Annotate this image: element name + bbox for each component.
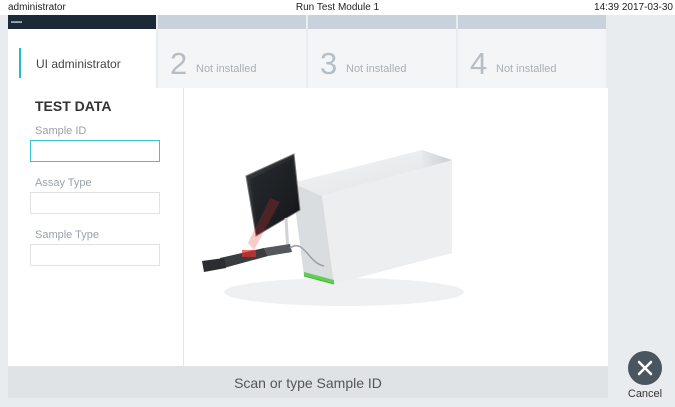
window-title: Run Test Module 1 [295, 2, 380, 13]
cancel-label: Cancel [627, 388, 663, 400]
close-icon [637, 360, 653, 376]
sample-type-field [30, 244, 160, 266]
sample-type-label: Sample Type [35, 229, 100, 241]
tab-strip [8, 15, 156, 29]
tab-label: Not installed [196, 63, 257, 75]
tab-label: UI administrator [36, 57, 121, 71]
sample-id-label: Sample ID [35, 125, 87, 137]
tab-module-1[interactable]: ▬▬ UI administrator [8, 15, 156, 88]
tab-strip [158, 15, 306, 29]
assay-type-field [30, 192, 160, 214]
tab-number: 2 [170, 46, 188, 81]
clock: 14:39 2017-03-30 [594, 2, 673, 13]
sample-id-field[interactable] [30, 140, 160, 162]
active-tab-indicator [19, 48, 21, 78]
tab-label: Not installed [496, 63, 557, 75]
main-panel: TEST DATA Sample ID Assay Type Sample Ty… [8, 88, 608, 366]
instrument-illustration [184, 88, 608, 366]
test-data-form: TEST DATA Sample ID Assay Type Sample Ty… [8, 88, 184, 366]
section-title: TEST DATA [35, 98, 112, 114]
tab-number: 4 [470, 46, 488, 81]
tab-number: 3 [320, 46, 338, 81]
tab-strip [458, 15, 606, 29]
assay-type-label: Assay Type [35, 177, 92, 189]
tab-strip [308, 15, 456, 29]
tab-handle-icon: ▬▬ [11, 19, 22, 25]
status-bar: administrator Run Test Module 1 14:39 20… [0, 0, 675, 15]
cancel-button[interactable] [628, 351, 662, 385]
module-tabs: ▬▬ UI administrator 2 Not installed 3 No… [8, 15, 608, 88]
instruction-bar: Scan or type Sample ID [8, 366, 608, 398]
instrument-image [202, 150, 464, 306]
tab-module-2[interactable]: 2 Not installed [158, 15, 306, 88]
tab-module-3[interactable]: 3 Not installed [308, 15, 456, 88]
tab-module-4[interactable]: 4 Not installed [458, 15, 606, 88]
tab-label: Not installed [346, 63, 407, 75]
